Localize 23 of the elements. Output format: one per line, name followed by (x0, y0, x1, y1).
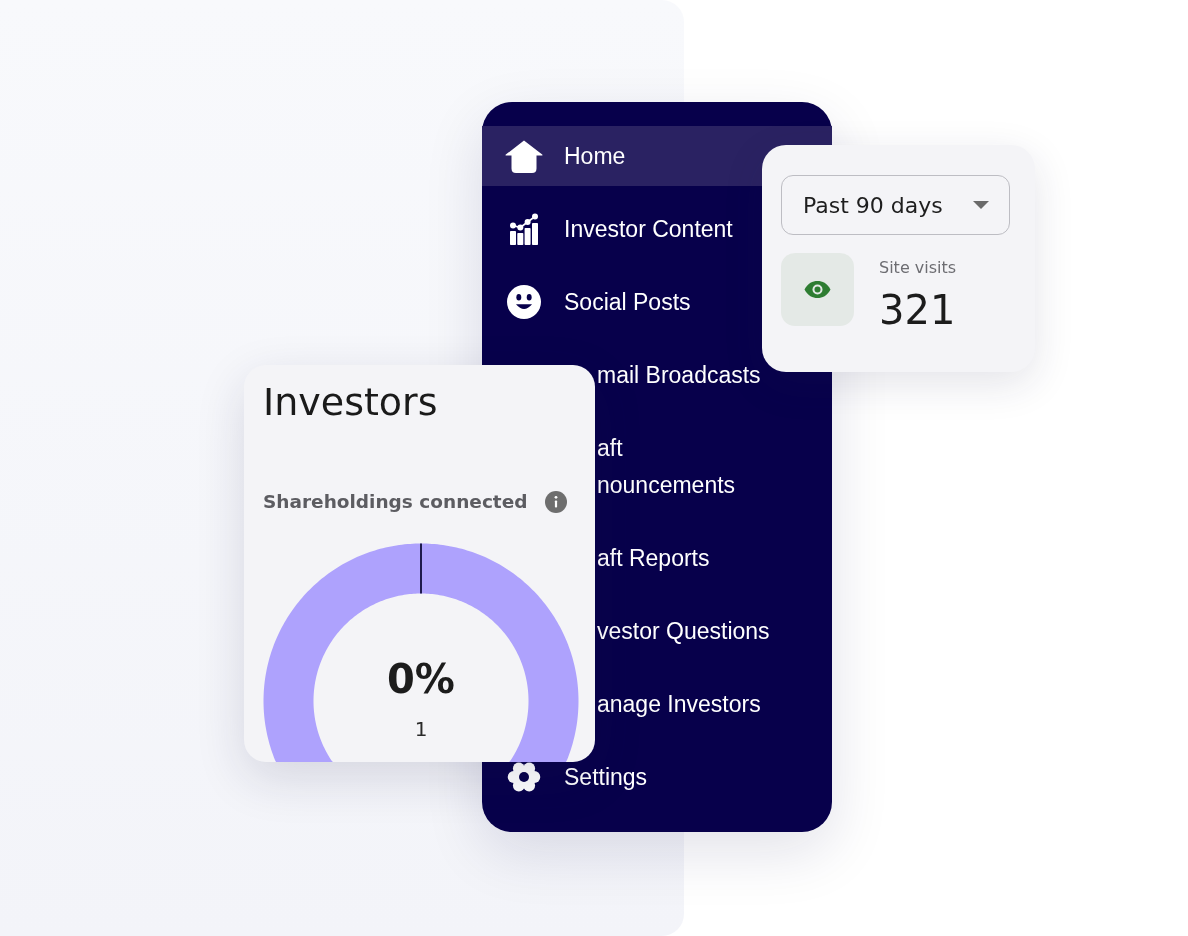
eye-icon (781, 253, 854, 326)
slice-divider (420, 543, 422, 594)
period-dropdown[interactable]: Past 90 days (781, 175, 1010, 235)
nav-item[interactable]: mail Broadcasts (597, 356, 761, 394)
nav-item[interactable]: Social Posts (482, 285, 691, 319)
metric-value: 321 (879, 288, 956, 332)
nav-item[interactable]: anage Investors (597, 685, 761, 723)
nav-item[interactable]: aft Reports (597, 539, 710, 577)
nav-item[interactable]: Settings (482, 760, 648, 794)
nav-item[interactable]: Investor Content (482, 212, 733, 246)
home-icon (505, 139, 543, 173)
card-title: Investors (263, 380, 438, 424)
caret-icon (973, 201, 989, 209)
smiley-icon (507, 285, 541, 319)
nav-item[interactable]: aft nouncements (597, 429, 736, 504)
count-value: 1 (414, 717, 428, 741)
chart-subtitle: Shareholdings connected (263, 490, 528, 514)
info-icon[interactable] (545, 491, 567, 513)
metric-label: Site visits (879, 258, 957, 278)
percentage-value: 0% (387, 655, 455, 703)
nav-item[interactable]: vestor Questions (597, 612, 770, 650)
settings-icon (507, 761, 541, 793)
bar-chart-icon (510, 213, 538, 245)
